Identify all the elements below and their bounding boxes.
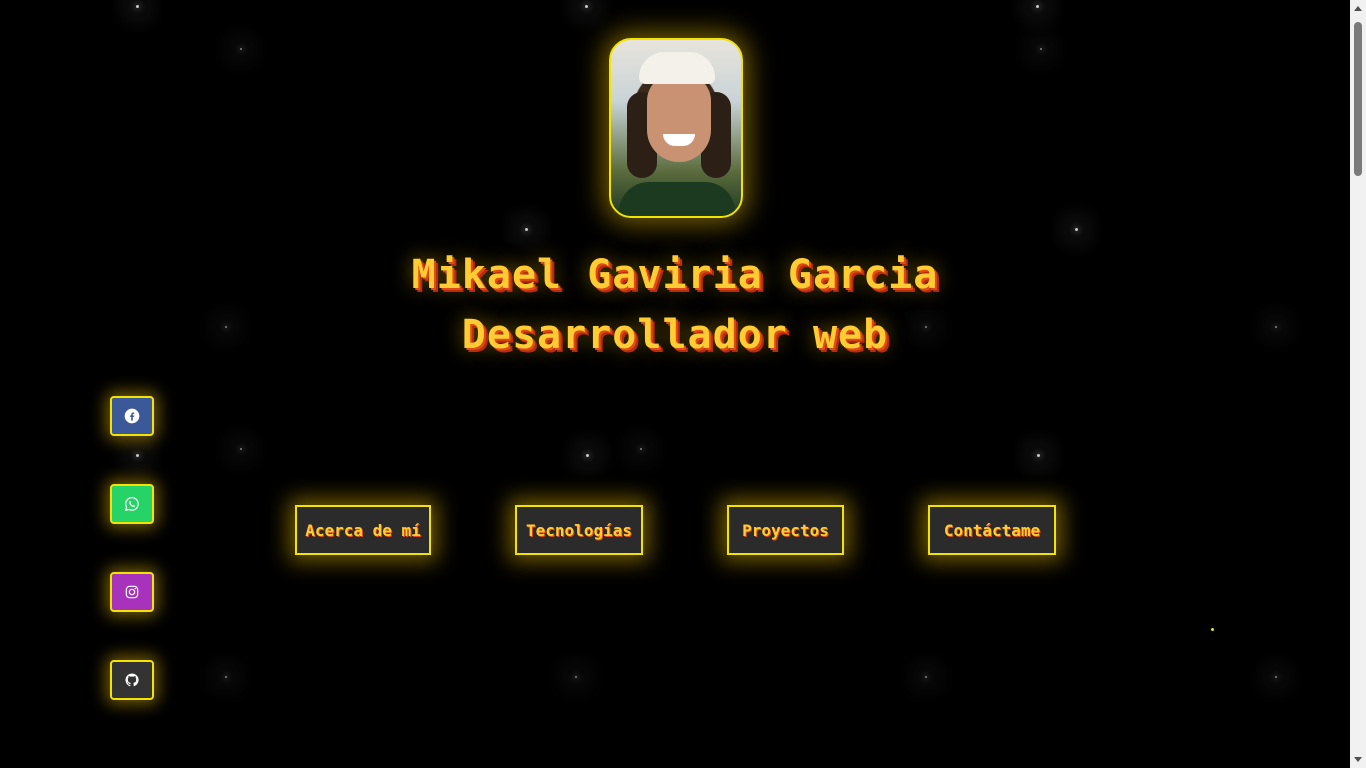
profile-photo-cap <box>639 52 715 84</box>
background-star <box>1211 628 1214 631</box>
nav-technologies-button[interactable]: Tecnologías <box>515 505 643 555</box>
profile-photo-shirt <box>619 182 735 216</box>
profile-name: Mikael Gaviria Garcia <box>411 252 939 298</box>
vertical-scrollbar[interactable] <box>1350 0 1366 768</box>
nav-contact-button[interactable]: Contáctame <box>928 505 1056 555</box>
nav-about-button[interactable]: Acerca de mí <box>295 505 431 555</box>
facebook-icon <box>124 408 140 424</box>
background-star <box>136 454 139 457</box>
profile-photo <box>609 38 743 218</box>
github-icon <box>125 673 139 687</box>
background-star <box>1037 454 1040 457</box>
facebook-link[interactable] <box>110 396 154 436</box>
background-star <box>136 5 139 8</box>
scroll-up-arrow-icon[interactable] <box>1354 6 1362 11</box>
scroll-down-arrow-icon[interactable] <box>1354 757 1362 762</box>
background-star <box>1275 676 1277 678</box>
background-star <box>585 5 588 8</box>
whatsapp-link[interactable] <box>110 484 154 524</box>
background-star <box>240 448 242 450</box>
whatsapp-icon <box>124 497 139 512</box>
background-star <box>586 454 589 457</box>
scrollbar-thumb[interactable] <box>1354 22 1362 176</box>
background-star <box>525 228 528 231</box>
background-star <box>640 448 642 450</box>
background-star <box>925 676 927 678</box>
instagram-link[interactable] <box>110 572 154 612</box>
background-star <box>240 48 242 50</box>
instagram-icon <box>125 585 139 599</box>
portfolio-page: Mikael Gaviria Garcia Desarrollador web … <box>0 0 1366 768</box>
profile-role: Desarrollador web <box>461 312 889 358</box>
github-link[interactable] <box>110 660 154 700</box>
background-star <box>225 676 227 678</box>
background-star <box>575 676 577 678</box>
profile-photo-face <box>647 74 711 162</box>
nav-projects-button[interactable]: Proyectos <box>727 505 844 555</box>
background-star <box>1040 48 1042 50</box>
background-star <box>1036 5 1039 8</box>
background-star <box>1075 228 1078 231</box>
